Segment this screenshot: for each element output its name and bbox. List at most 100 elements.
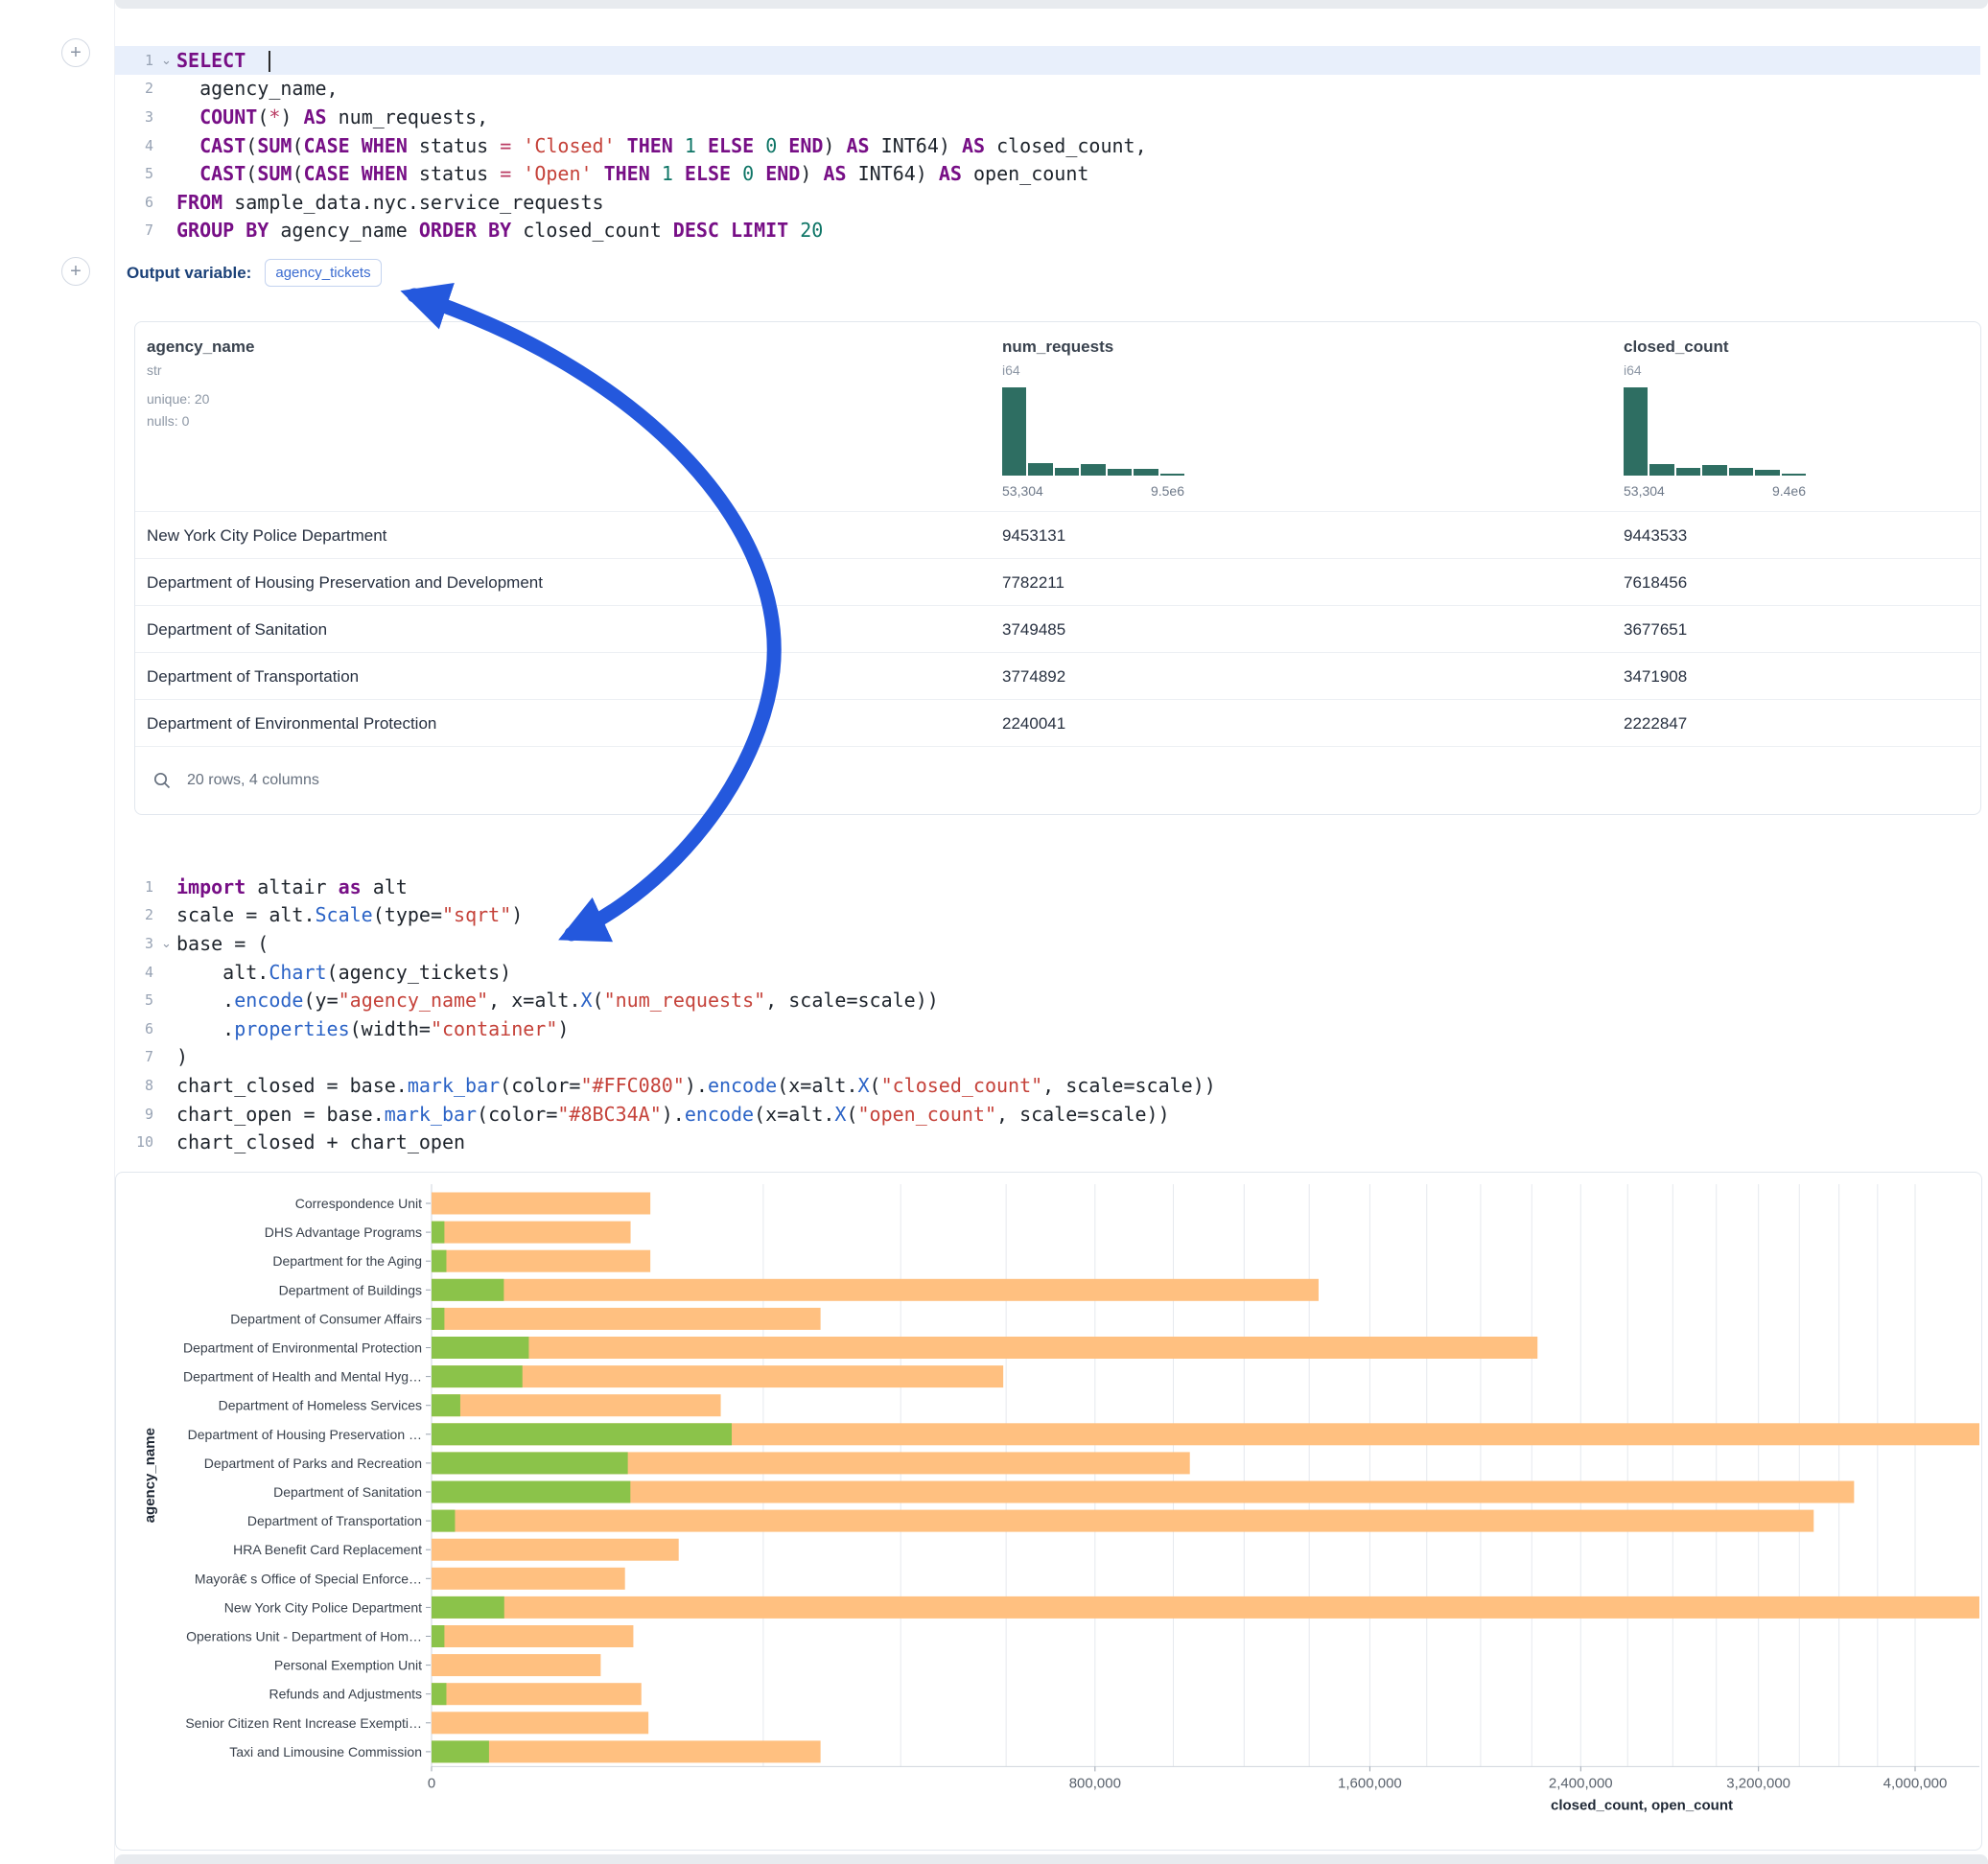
bar-open-count (432, 1481, 630, 1503)
svg-text:Department of Consumer Affairs: Department of Consumer Affairs (230, 1311, 422, 1326)
line-number: 7 (115, 1048, 161, 1065)
cell-value: 3677651 (1624, 606, 1687, 653)
svg-text:Department of Transportation: Department of Transportation (247, 1513, 422, 1528)
fold-chevron-icon[interactable]: ⌄ (161, 54, 176, 66)
histogram-min-label: 53,304 (1624, 483, 1665, 499)
bar-open-count (432, 1337, 528, 1359)
chart-gridlines (432, 1184, 1915, 1766)
cell-value: 7618456 (1624, 559, 1687, 606)
cell-value: 7782211 (1002, 559, 1064, 606)
bar-closed-count (432, 1279, 1319, 1301)
bar-closed-count (432, 1481, 1854, 1503)
bar-open-count (432, 1222, 444, 1244)
sql-cell[interactable]: 1⌄SELECT 2 agency_name,3 COUNT(*) AS num… (115, 38, 1980, 245)
line-number: 1 (115, 878, 161, 896)
result-table: agency_namestrunique: 20nulls: 0num_requ… (134, 321, 1981, 815)
bar-closed-count (432, 1308, 821, 1330)
code-line[interactable]: 2 agency_name, (115, 75, 1980, 104)
code-line[interactable]: 8chart_closed = base.mark_bar(color="#FF… (115, 1071, 1980, 1100)
search-icon[interactable] (152, 771, 172, 790)
line-number: 3 (115, 108, 161, 126)
bar-closed-count (432, 1654, 600, 1676)
line-number: 10 (115, 1133, 161, 1151)
bar-closed-count (432, 1740, 821, 1762)
code-line[interactable]: 4 alt.Chart(agency_tickets) (115, 958, 1980, 987)
output-variable-row: Output variable: agency_tickets (127, 259, 382, 287)
python-cell[interactable]: 1import altair as alt2scale = alt.Scale(… (115, 865, 1980, 1156)
bar-closed-count (432, 1568, 625, 1590)
chart-x-title: closed_count, open_count (1551, 1797, 1733, 1813)
svg-text:Correspondence Unit: Correspondence Unit (295, 1196, 422, 1211)
add-cell-button[interactable]: + (61, 257, 90, 286)
svg-text:Senior Citizen Rent Increase E: Senior Citizen Rent Increase Exempti… (185, 1715, 422, 1731)
code-line[interactable]: 7) (115, 1043, 1980, 1072)
code-line[interactable]: 1import altair as alt (115, 873, 1980, 901)
svg-text:Operations Unit - Department o: Operations Unit - Department of Hom… (186, 1629, 422, 1644)
chart-y-axis: Correspondence Unit DHS Advantage Program… (183, 1196, 431, 1759)
bar-open-count (432, 1625, 444, 1647)
code-line[interactable]: 7GROUP BY agency_name ORDER BY closed_co… (115, 217, 1980, 245)
bar-closed-count (432, 1250, 650, 1272)
svg-text:4,000,000: 4,000,000 (1883, 1775, 1948, 1791)
table-row: New York City Police Department 9453131 94… (135, 511, 1980, 559)
column-type: i64 (1624, 362, 1642, 378)
cell-value: 3749485 (1002, 606, 1065, 653)
table-row: Department of Sanitation37494853677651 (135, 605, 1980, 653)
table-row: Department of Environmental Protection 22… (135, 699, 1980, 747)
svg-text:DHS Advantage Programs: DHS Advantage Programs (265, 1224, 422, 1240)
svg-text:800,000: 800,000 (1069, 1775, 1121, 1791)
chart-card: 0800,0001,600,0002,400,0003,200,0004,000… (115, 1172, 1982, 1851)
code-line[interactable]: 10chart_closed + chart_open (115, 1128, 1980, 1156)
bar-closed-count (432, 1683, 642, 1705)
line-number: 4 (115, 964, 161, 981)
svg-text:Personal Exemption Unit: Personal Exemption Unit (274, 1658, 422, 1673)
code-line[interactable]: 2scale = alt.Scale(type="sqrt") (115, 901, 1980, 930)
svg-text:Mayorâ€ s Office of Special En: Mayorâ€ s Office of Special Enforce… (195, 1571, 422, 1586)
line-number: 5 (115, 165, 161, 182)
svg-text:3,200,000: 3,200,000 (1726, 1775, 1790, 1791)
bar-open-count (432, 1452, 628, 1474)
fold-chevron-icon[interactable]: ⌄ (161, 937, 176, 949)
svg-text:Refunds and Adjustments: Refunds and Adjustments (269, 1687, 422, 1702)
bar-closed-count (432, 1337, 1537, 1359)
line-number: 2 (115, 906, 161, 923)
code-line[interactable]: 9chart_open = base.mark_bar(color="#8BC3… (115, 1100, 1980, 1129)
output-variable-label: Output variable: (127, 264, 251, 283)
cell-value: 9443533 (1624, 512, 1687, 559)
code-line[interactable]: 3⌄base = ( (115, 929, 1980, 958)
cell-agency-name: Department of Environmental Protection (147, 700, 436, 747)
bar-closed-count (432, 1712, 648, 1734)
cell-value: 2240041 (1002, 700, 1065, 747)
bar-chart: 0800,0001,600,0002,400,0003,200,0004,000… (116, 1173, 1979, 1848)
bar-open-count (432, 1683, 446, 1705)
chart-x-axis: 0800,0001,600,0002,400,0003,200,0004,000… (428, 1766, 1948, 1791)
bar-open-count (432, 1394, 460, 1416)
cell-value: 9453131 (1002, 512, 1065, 559)
code-line[interactable]: 6FROM sample_data.nyc.service_requests (115, 188, 1980, 217)
column-type: i64 (1002, 362, 1020, 378)
line-number: 4 (115, 137, 161, 154)
bar-open-count (432, 1308, 444, 1330)
code-line[interactable]: 5 .encode(y="agency_name", x=alt.X("num_… (115, 986, 1980, 1014)
column-histogram (1624, 387, 1806, 476)
cell-agency-name: New York City Police Department (147, 512, 386, 559)
cell-agency-name: Department of Transportation (147, 653, 359, 700)
svg-text:Department of Homeless Service: Department of Homeless Services (219, 1398, 422, 1413)
column-header: closed_count (1624, 338, 1729, 357)
column-histogram (1002, 387, 1184, 476)
svg-text:Department of Housing Preserva: Department of Housing Preservation … (188, 1427, 422, 1442)
code-line[interactable]: 1⌄SELECT (115, 46, 1980, 75)
add-cell-button[interactable]: + (61, 38, 90, 67)
table-footer: 20 rows, 4 columns (135, 746, 1980, 813)
column-stat: nulls: 0 (147, 413, 189, 429)
code-line[interactable]: 4 CAST(SUM(CASE WHEN status = 'Closed' T… (115, 131, 1980, 160)
cell-value: 2222847 (1624, 700, 1687, 747)
code-line[interactable]: 3 COUNT(*) AS num_requests, (115, 103, 1980, 131)
code-line[interactable]: 6 .properties(width="container") (115, 1014, 1980, 1043)
output-variable-pill[interactable]: agency_tickets (265, 259, 381, 287)
bar-open-count (432, 1596, 504, 1619)
code-line[interactable]: 5 CAST(SUM(CASE WHEN status = 'Open' THE… (115, 159, 1980, 188)
line-number: 3 (115, 935, 161, 952)
column-header: agency_name (147, 338, 254, 357)
svg-text:New York City Police Departmen: New York City Police Department (224, 1599, 422, 1615)
